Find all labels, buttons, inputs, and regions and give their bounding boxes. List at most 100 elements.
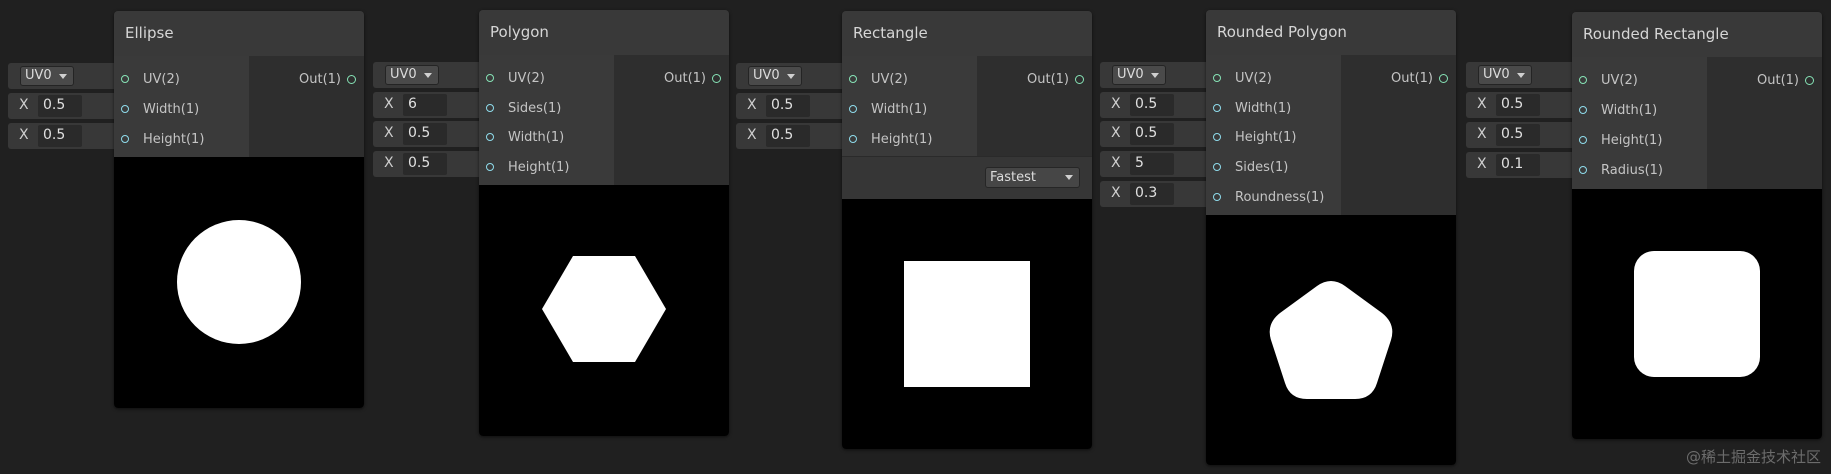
height-value-field[interactable]: 0.5 bbox=[403, 153, 447, 175]
input-port-width[interactable]: Width(1) bbox=[1206, 94, 1341, 124]
port-connector-icon[interactable] bbox=[1213, 163, 1221, 171]
port-connector-icon[interactable] bbox=[1579, 136, 1587, 144]
width-value-field[interactable]: 0.5 bbox=[403, 123, 447, 145]
shape-preview bbox=[842, 199, 1092, 449]
height-value-field[interactable]: 0.5 bbox=[1496, 124, 1540, 146]
input-port-height[interactable]: Height(1) bbox=[1572, 126, 1707, 156]
input-port-uv[interactable]: UV(2) bbox=[1572, 66, 1707, 96]
sides-value-field[interactable]: 5 bbox=[1130, 153, 1174, 175]
height-value-field[interactable]: 0.5 bbox=[1130, 123, 1174, 145]
width-value-field[interactable]: 0.5 bbox=[1496, 94, 1540, 116]
port-connector-icon[interactable] bbox=[121, 75, 129, 83]
port-connector-icon[interactable] bbox=[121, 105, 129, 113]
port-connector-icon[interactable] bbox=[1805, 76, 1814, 85]
sides-value-field[interactable]: 6 bbox=[403, 94, 447, 116]
uv-channel-dropdown[interactable]: UV0 bbox=[1112, 65, 1166, 85]
uv-channel-dropdown[interactable]: UV0 bbox=[20, 66, 74, 86]
sides-value: 6 bbox=[408, 96, 417, 112]
height-value: 0.5 bbox=[408, 155, 431, 171]
roundness-value: 0.3 bbox=[1135, 185, 1158, 201]
node-header[interactable]: Rounded Rectangle bbox=[1572, 12, 1822, 58]
port-connector-icon[interactable] bbox=[1213, 193, 1221, 201]
port-connector-icon[interactable] bbox=[849, 75, 857, 83]
height-value-field[interactable]: 0.5 bbox=[38, 125, 82, 147]
width-value-field[interactable]: 0.5 bbox=[766, 95, 810, 117]
port-connector-icon[interactable] bbox=[712, 74, 721, 83]
port-connector-icon[interactable] bbox=[1213, 74, 1221, 82]
port-connector-icon[interactable] bbox=[1213, 133, 1221, 141]
rounded-rectangle-node[interactable]: Rounded Rectangle UV(2) Width(1) Height(… bbox=[1572, 12, 1822, 439]
chevron-down-icon bbox=[1517, 73, 1525, 78]
input-port-width[interactable]: Width(1) bbox=[479, 123, 614, 153]
ellipse-node[interactable]: Ellipse UV(2) Width(1) Height(1) Out(1) bbox=[114, 11, 364, 408]
input-port-height[interactable]: Height(1) bbox=[842, 125, 977, 155]
uv-channel-value: UV0 bbox=[390, 67, 417, 82]
port-label: Height(1) bbox=[1235, 130, 1297, 145]
uv-channel-dropdown[interactable]: UV0 bbox=[748, 66, 802, 86]
precision-dropdown[interactable]: Fastest bbox=[985, 167, 1080, 188]
input-port-height[interactable]: Height(1) bbox=[114, 125, 249, 155]
input-port-uv[interactable]: UV(2) bbox=[1206, 64, 1341, 94]
port-label: Radius(1) bbox=[1601, 163, 1664, 178]
node-header[interactable]: Polygon bbox=[479, 10, 729, 56]
polygon-node[interactable]: Polygon UV(2) Sides(1) Width(1) Height(1… bbox=[479, 10, 729, 436]
shape-preview bbox=[479, 185, 729, 436]
x-label: X bbox=[384, 125, 394, 141]
roundness-value-field[interactable]: 0.3 bbox=[1130, 183, 1174, 205]
uv-channel-dropdown[interactable]: UV0 bbox=[385, 65, 439, 85]
height-value-field[interactable]: 0.5 bbox=[766, 125, 810, 147]
port-connector-icon[interactable] bbox=[486, 74, 494, 82]
input-port-uv[interactable]: UV(2) bbox=[114, 65, 249, 95]
rounded-rectangle-shape bbox=[1634, 251, 1760, 377]
port-connector-icon[interactable] bbox=[347, 75, 356, 84]
port-label: Sides(1) bbox=[1235, 160, 1289, 175]
port-label: UV(2) bbox=[871, 72, 908, 87]
port-connector-icon[interactable] bbox=[486, 133, 494, 141]
input-port-radius[interactable]: Radius(1) bbox=[1572, 156, 1707, 186]
port-connector-icon[interactable] bbox=[1579, 76, 1587, 84]
chevron-down-icon bbox=[1151, 73, 1159, 78]
radius-value-field[interactable]: 0.1 bbox=[1496, 154, 1540, 176]
height-value: 0.5 bbox=[43, 127, 66, 143]
input-port-sides[interactable]: Sides(1) bbox=[479, 94, 614, 124]
watermark-text: @稀土掘金技术社区 bbox=[1685, 448, 1821, 466]
port-connector-icon[interactable] bbox=[849, 105, 857, 113]
input-port-width[interactable]: Width(1) bbox=[1572, 96, 1707, 126]
node-header[interactable]: Rounded Polygon bbox=[1206, 10, 1456, 56]
width-value-field[interactable]: 0.5 bbox=[38, 95, 82, 117]
port-connector-icon[interactable] bbox=[1075, 75, 1084, 84]
input-port-height[interactable]: Height(1) bbox=[1206, 123, 1341, 153]
output-port-out[interactable]: Out(1) bbox=[614, 64, 729, 94]
port-label: Width(1) bbox=[1601, 103, 1658, 118]
rectangle-node[interactable]: Rectangle UV(2) Width(1) Height(1) Out(1… bbox=[842, 11, 1092, 449]
input-port-uv[interactable]: UV(2) bbox=[842, 65, 977, 95]
output-port-out[interactable]: Out(1) bbox=[1341, 64, 1456, 94]
port-label: UV(2) bbox=[143, 72, 180, 87]
node-header[interactable]: Ellipse bbox=[114, 11, 364, 57]
x-label: X bbox=[1111, 96, 1121, 112]
port-connector-icon[interactable] bbox=[1579, 166, 1587, 174]
input-port-roundness[interactable]: Roundness(1) bbox=[1206, 183, 1341, 213]
output-port-out[interactable]: Out(1) bbox=[1707, 66, 1822, 96]
node-header[interactable]: Rectangle bbox=[842, 11, 1092, 57]
rounded-polygon-node[interactable]: Rounded Polygon UV(2) Width(1) Height(1)… bbox=[1206, 10, 1456, 465]
uv-channel-dropdown[interactable]: UV0 bbox=[1478, 65, 1532, 85]
width-value: 0.5 bbox=[1135, 96, 1158, 112]
input-port-uv[interactable]: UV(2) bbox=[479, 64, 614, 94]
port-connector-icon[interactable] bbox=[1579, 106, 1587, 114]
port-connector-icon[interactable] bbox=[486, 104, 494, 112]
input-port-sides[interactable]: Sides(1) bbox=[1206, 153, 1341, 183]
input-port-width[interactable]: Width(1) bbox=[114, 95, 249, 125]
output-port-out[interactable]: Out(1) bbox=[977, 65, 1092, 95]
hexagon-shape bbox=[542, 256, 666, 362]
port-connector-icon[interactable] bbox=[1439, 74, 1448, 83]
port-connector-icon[interactable] bbox=[121, 135, 129, 143]
port-connector-icon[interactable] bbox=[1213, 104, 1221, 112]
input-port-width[interactable]: Width(1) bbox=[842, 95, 977, 125]
port-connector-icon[interactable] bbox=[849, 135, 857, 143]
width-value-field[interactable]: 0.5 bbox=[1130, 94, 1174, 116]
x-label: X bbox=[1111, 125, 1121, 141]
port-connector-icon[interactable] bbox=[486, 163, 494, 171]
output-port-out[interactable]: Out(1) bbox=[249, 65, 364, 95]
input-port-height[interactable]: Height(1) bbox=[479, 153, 614, 183]
